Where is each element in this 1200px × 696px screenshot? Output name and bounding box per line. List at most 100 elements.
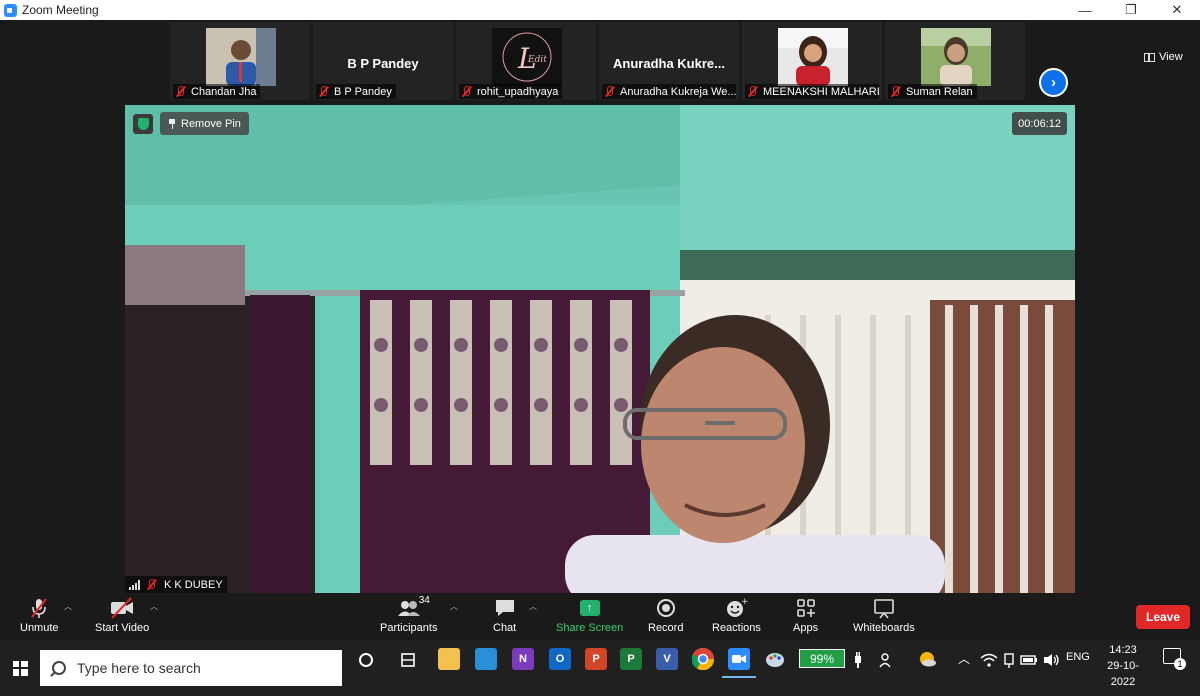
microsoft-store-icon[interactable] [475,648,497,670]
powerpoint-icon[interactable]: P [585,648,607,670]
chat-options-caret-icon[interactable]: ︿ [529,601,537,612]
main-speaker-video: Remove Pin 00:06:12 K K DUBEY [125,105,1075,593]
svg-text:Edit: Edit [527,55,547,65]
participant-tile[interactable]: B P Pandey B P Pandey [313,22,453,100]
video-off-icon [111,597,134,619]
remove-pin-button[interactable]: Remove Pin [160,112,249,135]
svg-text:+: + [741,597,748,607]
video-options-caret-icon[interactable]: ︿ [150,601,158,612]
visio-icon[interactable]: V [656,648,678,670]
participant-strip: Chandan Jha B P Pandey B P Pandey L Edit… [0,20,1200,104]
meeting-timer: 00:06:12 [1012,112,1067,135]
window-controls: — ❐ ✕ [1062,0,1200,20]
leave-button[interactable]: Leave [1136,605,1190,629]
speaker-video-feed [125,105,1075,593]
volume-icon[interactable] [1040,649,1062,671]
share-screen-button[interactable]: ↑ Share Screen [556,597,623,634]
search-icon [52,661,66,675]
reactions-icon: + [727,597,748,617]
participant-display-name: B P Pandey [347,56,419,71]
view-button[interactable]: View [1144,51,1183,63]
start-video-button[interactable]: Start Video [95,597,149,634]
chat-icon [495,600,514,616]
chrome-icon[interactable] [692,648,714,670]
widgets-icon[interactable] [397,649,419,671]
show-hidden-icons-chevron-icon[interactable]: ︿ [958,650,970,667]
taskbar-clock[interactable]: 14:23 29-10-2022 [1096,642,1150,690]
participant-video [206,28,276,86]
participant-name-label: B P Pandey [316,84,396,99]
paint-icon[interactable] [764,648,786,670]
participant-name-label: Suman Relan [888,84,977,99]
battery-indicator[interactable]: 99% [799,649,845,668]
muted-mic-icon [175,86,186,97]
participant-name-label: rohit_upadhyaya [459,84,563,99]
unmute-button[interactable]: Unmute [20,597,59,634]
speaker-name-label: K K DUBEY [125,576,227,593]
file-explorer-icon[interactable] [438,648,460,670]
participant-avatar: L Edit [492,28,562,86]
whiteboards-button[interactable]: Whiteboards [853,597,915,634]
close-button[interactable]: ✕ [1154,0,1200,20]
muted-mic-icon [31,598,48,618]
window-title: Zoom Meeting [22,3,99,17]
participants-icon [397,601,420,616]
chevron-right-icon: › [1051,74,1056,91]
outlook-icon[interactable]: O [549,648,571,670]
participant-tile[interactable]: Anuradha Kukre... Anuradha Kukreja We... [599,22,739,100]
record-icon [656,599,675,617]
notification-center-icon[interactable] [1163,648,1186,670]
next-page-button[interactable]: › [1039,68,1068,97]
muted-mic-icon [461,86,472,97]
participant-name-label: MEENAKSHI MALHARI [745,84,879,99]
reactions-button[interactable]: + Reactions [712,597,761,634]
windows-logo-icon [12,660,28,676]
people-icon[interactable] [875,649,897,671]
clock-date: 29-10-2022 [1107,660,1139,688]
project-icon[interactable]: P [620,648,642,670]
encryption-shield-icon[interactable] [133,114,153,134]
input-language[interactable]: ENG [1066,651,1090,663]
muted-mic-icon [146,579,157,590]
participant-name-label: Chandan Jha [173,84,261,99]
muted-mic-icon [318,86,329,97]
wifi-icon[interactable] [978,649,1000,671]
start-button[interactable] [0,640,40,696]
participant-name-label: Anuradha Kukreja We... [602,84,736,99]
restore-button[interactable]: ❐ [1108,0,1154,20]
pin-icon [168,118,176,129]
minimize-button[interactable]: — [1062,0,1108,20]
record-button[interactable]: Record [648,597,683,634]
participants-options-caret-icon[interactable]: ︿ [450,601,458,612]
task-view-icon[interactable] [355,649,377,671]
whiteboard-icon [874,599,894,619]
onenote-icon[interactable]: N [512,648,534,670]
weather-icon[interactable] [916,648,938,670]
participant-video [778,28,848,86]
participant-tile[interactable]: Chandan Jha [170,22,310,100]
participant-tile[interactable]: L Edit rohit_upadhyaya [456,22,596,100]
tray-battery-icon[interactable] [1018,649,1040,671]
participant-tile[interactable]: MEENAKSHI MALHARI [742,22,882,100]
participant-tile[interactable]: Suman Relan [885,22,1025,100]
participants-button[interactable]: 34 Participants [380,595,437,634]
zoom-taskbar-icon[interactable] [722,648,756,678]
participant-display-name: Anuradha Kukre... [613,56,725,71]
grid-view-icon [1144,52,1155,62]
muted-mic-icon [604,86,615,97]
muted-mic-icon [890,86,901,97]
apps-button[interactable]: Apps [793,597,818,634]
title-bar: Zoom Meeting — ❐ ✕ [0,0,1200,20]
audio-options-caret-icon[interactable]: ︿ [64,601,72,612]
chat-button[interactable]: Chat [493,597,516,634]
zoom-meeting-window: Zoom Meeting — ❐ ✕ Chandan Jha B P Pande… [0,0,1200,696]
zoom-logo-icon [4,3,17,17]
participant-video [921,28,991,86]
signal-strength-icon [129,579,140,590]
charging-plug-icon [847,649,869,671]
usb-device-icon[interactable] [998,649,1020,671]
apps-icon [796,599,815,617]
participants-count: 34 [418,595,430,606]
taskbar-search-box[interactable]: Type here to search [40,650,342,686]
meeting-control-bar: Unmute ︿ Start Video ︿ 34 Participants ︿… [0,593,1200,640]
